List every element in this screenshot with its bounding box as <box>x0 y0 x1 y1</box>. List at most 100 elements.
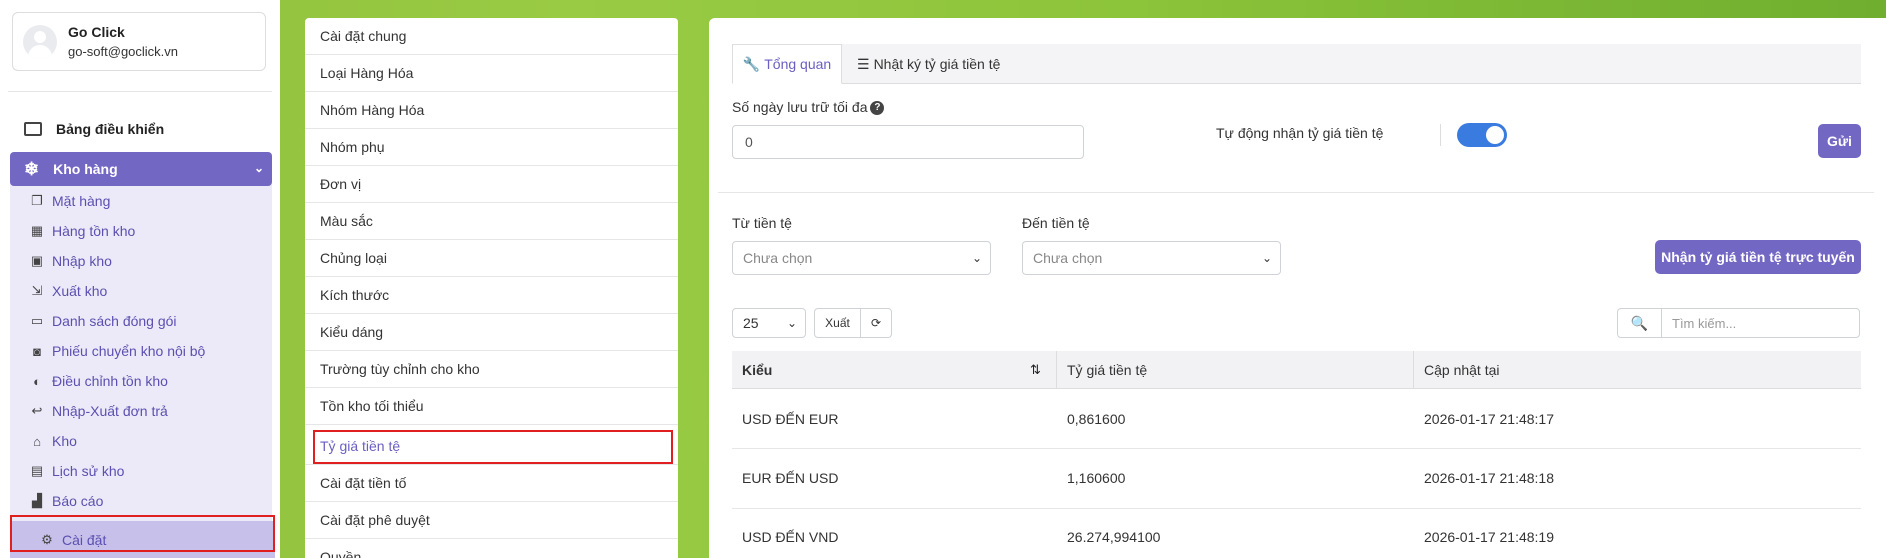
chart-icon: ▟ <box>32 493 42 508</box>
to-currency-label: Đến tiền tệ <box>1022 215 1090 231</box>
tab-overview[interactable]: 🔧 Tổng quan <box>732 44 842 84</box>
search-button[interactable]: 🔍 <box>1617 308 1662 338</box>
chevron-down-icon: ⌄ <box>786 316 797 330</box>
sidebar-item-mat-hang[interactable]: ❐ Mặt hàng <box>28 191 110 211</box>
user-email: go-soft@goclick.vn <box>68 44 179 59</box>
settings-menu-item[interactable]: Màu sắc <box>305 203 678 240</box>
reply-icon: ↩ <box>31 403 43 418</box>
wrench-icon: 🔧 <box>742 55 761 72</box>
sidebar-item-dieu-chinh-ton-kho[interactable]: ◐ Điều chỉnh tồn kho <box>28 371 168 391</box>
sidebar-item-label: Mặt hàng <box>52 193 111 209</box>
settings-menu-item[interactable]: Đơn vị <box>305 166 678 203</box>
sidebar-item-kho-hang[interactable]: ❄ Kho hàng ⌄ <box>10 152 272 186</box>
help-icon[interactable]: ? <box>870 101 885 116</box>
sidebar-item-label: Kho hàng <box>53 161 118 177</box>
column-header-updated[interactable]: Cập nhật tại <box>1413 351 1500 389</box>
settings-menu: Cài đặt chung Loại Hàng Hóa Nhóm Hàng Hó… <box>305 18 678 558</box>
max-days-input[interactable]: 0 <box>732 125 1084 159</box>
send-button[interactable]: Gửi <box>1818 124 1861 158</box>
sidebar-item-nhap-xuat-don-tra[interactable]: ↩ Nhập-Xuất đơn trả <box>28 401 168 421</box>
cell-type: USD ĐẾN VND <box>742 529 839 545</box>
sidebar-item-label: Lịch sử kho <box>52 463 125 479</box>
table-row[interactable]: USD ĐẾN EUR 0,861600 2026-01-17 21:48:17 <box>732 389 1861 449</box>
from-currency-label: Từ tiền tệ <box>732 215 792 231</box>
cell-rate: 1,160600 <box>1067 470 1126 486</box>
auto-rate-label: Tự động nhận tỷ giá tiền tệ <box>1216 125 1384 141</box>
home-icon: ⌂ <box>33 433 41 449</box>
sidebar-item-label: Kho <box>52 433 77 449</box>
sidebar-item-xuat-kho[interactable]: ⇲ Xuất kho <box>28 281 108 301</box>
settings-menu-item[interactable]: Kích thước <box>305 277 678 314</box>
column-header-rate[interactable]: Tỷ giá tiền tệ <box>1056 351 1147 389</box>
sidebar-item-bao-cao[interactable]: ▟ Báo cáo <box>28 491 103 511</box>
tray-icon: ▭ <box>30 313 44 328</box>
sidebar-item-dashboard[interactable]: Bảng điều khiển <box>24 121 164 137</box>
settings-menu-item[interactable]: Kiểu dáng <box>305 314 678 351</box>
from-currency-select[interactable]: Chưa chọn ⌄ <box>732 241 991 275</box>
export-icon: ⇲ <box>31 283 43 298</box>
copy-icon: ❐ <box>31 193 43 208</box>
snowflake-icon: ❄ <box>24 158 40 179</box>
settings-menu-item[interactable]: Nhóm Hàng Hóa <box>305 92 678 129</box>
sidebar-item-label: Xuất kho <box>52 283 108 299</box>
sidebar-item-label: Bảng điều khiển <box>56 121 165 137</box>
chevron-down-icon: ⌄ <box>1261 251 1272 265</box>
boxes-icon: ▦ <box>30 223 44 238</box>
select-placeholder: Chưa chọn <box>1033 250 1103 266</box>
cell-updated: 2026-01-17 21:48:18 <box>1424 470 1554 486</box>
highlight-box <box>10 515 275 552</box>
sidebar-item-kho[interactable]: ⌂ Kho <box>28 431 77 451</box>
cell-updated: 2026-01-17 21:48:19 <box>1424 529 1554 545</box>
max-days-label: Số ngày lưu trữ tối đa? <box>732 99 885 116</box>
search-icon: 🔍 <box>1630 314 1649 331</box>
cell-type: USD ĐẾN EUR <box>742 411 839 427</box>
inbox-icon: ▣ <box>30 253 44 268</box>
sidebar-item-label: Nhập-Xuất đơn trả <box>52 403 168 419</box>
list-icon: ☰ <box>857 55 870 72</box>
select-placeholder: Chưa chọn <box>743 250 813 266</box>
table-row[interactable]: EUR ĐẾN USD 1,160600 2026-01-17 21:48:18 <box>732 449 1861 509</box>
page-size-select[interactable]: 25 ⌄ <box>732 308 806 338</box>
tab-bar: 🔧 Tổng quan ☰ Nhật ký tỷ giá tiền tệ <box>732 44 1861 84</box>
chevron-down-icon: ⌄ <box>253 161 264 175</box>
max-days-label-text: Số ngày lưu trữ tối đa <box>732 99 868 115</box>
settings-menu-item[interactable]: Cài đặt phê duyệt <box>305 502 678 539</box>
cell-rate: 26.274,994100 <box>1067 529 1161 545</box>
tab-label: Tổng quan <box>764 56 832 72</box>
search-input[interactable]: Tìm kiếm... <box>1661 308 1860 338</box>
to-currency-select[interactable]: Chưa chọn ⌄ <box>1022 241 1281 275</box>
page-size-value: 25 <box>743 315 759 331</box>
settings-menu-item[interactable]: Chủng loại <box>305 240 678 277</box>
cell-updated: 2026-01-17 21:48:17 <box>1424 411 1554 427</box>
sidebar-item-label: Báo cáo <box>52 493 104 509</box>
tab-label: Nhật ký tỷ giá tiền tệ <box>873 56 1001 72</box>
sidebar-item-nhap-kho[interactable]: ▣ Nhập kho <box>28 251 112 271</box>
settings-menu-item[interactable]: Tồn kho tối thiểu <box>305 388 678 425</box>
sidebar-item-phieu-chuyen-kho[interactable]: ◙ Phiếu chuyển kho nội bộ <box>28 341 205 361</box>
fetch-rates-button[interactable]: Nhận tỷ giá tiền tệ trực tuyến <box>1655 240 1861 274</box>
settings-menu-item[interactable]: Loại Hàng Hóa <box>305 55 678 92</box>
divider <box>718 192 1874 193</box>
settings-menu-item[interactable]: Nhóm phụ <box>305 129 678 166</box>
tab-log[interactable]: ☰ Nhật ký tỷ giá tiền tệ <box>857 44 1000 84</box>
rss-icon: ◙ <box>33 343 41 359</box>
settings-menu-item[interactable]: Trường tùy chỉnh cho kho <box>305 351 678 388</box>
avatar <box>23 25 57 59</box>
settings-menu-item[interactable]: Cài đặt chung <box>305 18 678 55</box>
sort-icon[interactable]: ⇅ <box>1030 362 1041 378</box>
refresh-button[interactable]: ⟳ <box>860 308 892 338</box>
divider <box>1440 124 1441 146</box>
sidebar-item-danh-sach-dong-goi[interactable]: ▭ Danh sách đóng gói <box>28 311 177 331</box>
settings-menu-item[interactable]: Cài đặt tiền tố <box>305 465 678 502</box>
column-header-type[interactable]: Kiểu <box>742 351 772 389</box>
export-button[interactable]: Xuất <box>814 308 861 338</box>
dashboard-icon <box>24 122 42 136</box>
user-card[interactable]: Go Click go-soft@goclick.vn <box>12 12 266 71</box>
calendar-icon: ▤ <box>30 463 44 478</box>
sidebar-item-hang-ton-kho[interactable]: ▦ Hàng tồn kho <box>28 221 135 241</box>
table-row[interactable]: USD ĐẾN VND 26.274,994100 2026-01-17 21:… <box>732 509 1861 558</box>
sidebar-item-lich-su-kho[interactable]: ▤ Lịch sử kho <box>28 461 125 481</box>
cell-type: EUR ĐẾN USD <box>742 470 839 486</box>
auto-rate-toggle[interactable] <box>1457 123 1507 147</box>
settings-menu-item[interactable]: Quyền <box>305 539 678 558</box>
